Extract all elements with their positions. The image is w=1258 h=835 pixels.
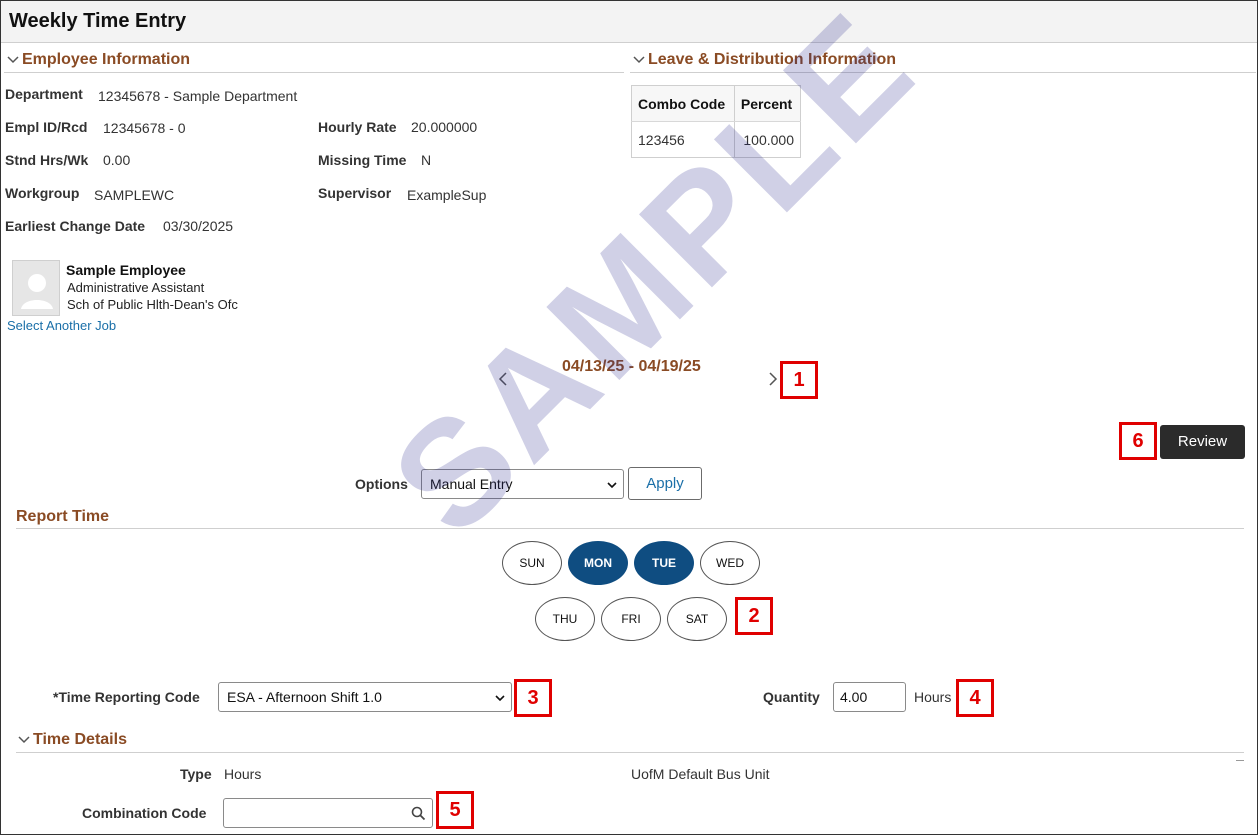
page-frame xyxy=(0,0,1258,835)
report-time-heading: Report Time xyxy=(16,508,110,525)
page-title: Weekly Time Entry xyxy=(9,10,187,32)
time-details-heading: Time Details xyxy=(33,731,127,748)
divider xyxy=(630,72,1256,73)
quantity-unit: Hours xyxy=(914,689,952,705)
previous-period-icon[interactable] xyxy=(496,370,510,388)
trc-label: *Time Reporting Code xyxy=(53,689,200,705)
options-label: Options xyxy=(355,476,408,492)
trc-select[interactable]: ESA - Afternoon Shift 1.0 xyxy=(218,682,512,712)
person-icon xyxy=(21,274,53,309)
day-tue-button[interactable]: TUE xyxy=(634,541,694,585)
quantity-input[interactable]: 4.00 xyxy=(833,682,906,712)
combination-code-label: Combination Code xyxy=(82,805,207,821)
divider xyxy=(4,72,624,73)
supervisor-value: ExampleSup xyxy=(407,187,487,203)
callout-badge: 1 xyxy=(780,361,818,399)
missing-time-value: N xyxy=(421,152,432,168)
next-period-icon[interactable] xyxy=(766,370,780,388)
earliest-change-value: 03/30/2025 xyxy=(163,218,234,234)
divider xyxy=(16,752,1244,753)
leave-dist-section-header[interactable]: Leave & Distribution Information xyxy=(633,51,896,69)
day-thu-button[interactable]: THU xyxy=(535,597,595,641)
time-details-section-header[interactable]: Time Details xyxy=(18,731,127,749)
chevron-down-icon xyxy=(495,695,505,702)
type-value: Hours xyxy=(224,766,262,782)
employee-info-section-header[interactable]: Employee Information xyxy=(7,51,190,69)
earliest-change-label: Earliest Change Date xyxy=(5,218,146,234)
callout-badge: 5 xyxy=(436,791,474,829)
stnd-hrs-label: Stnd Hrs/Wk xyxy=(5,152,89,168)
combo-code-cell: 123456 xyxy=(631,121,735,158)
options-select[interactable]: Manual Entry xyxy=(421,469,624,499)
supervisor-label: Supervisor xyxy=(318,185,392,201)
collapse-marker xyxy=(1236,760,1244,761)
day-wed-button[interactable]: WED xyxy=(700,541,760,585)
employee-name: Sample Employee xyxy=(66,262,186,278)
employee-title: Administrative Assistant xyxy=(67,280,205,295)
avatar xyxy=(12,260,60,316)
trc-selected-value: ESA - Afternoon Shift 1.0 xyxy=(227,689,382,705)
divider xyxy=(16,528,1244,529)
bus-unit-label: UofM Default Bus Unit xyxy=(631,766,770,782)
day-mon-button[interactable]: MON xyxy=(568,541,628,585)
table-row: 123456 100.000 xyxy=(631,121,802,158)
hourly-rate-value: 20.000000 xyxy=(411,119,478,135)
chevron-down-icon xyxy=(607,482,617,489)
review-button[interactable]: Review xyxy=(1160,425,1245,459)
day-sat-button[interactable]: SAT xyxy=(667,597,727,641)
day-fri-button[interactable]: FRI xyxy=(601,597,661,641)
search-icon[interactable] xyxy=(411,806,426,821)
period-date-range: 04/13/25 - 04/19/25 xyxy=(562,358,701,375)
department-value: 12345678 - Sample Department xyxy=(98,88,298,104)
callout-badge: 3 xyxy=(514,679,552,717)
missing-time-label: Missing Time xyxy=(318,152,407,168)
department-label: Department xyxy=(5,86,83,102)
chevron-down-icon xyxy=(633,56,645,64)
column-header: Percent xyxy=(733,85,802,122)
workgroup-label: Workgroup xyxy=(5,185,80,201)
quantity-label: Quantity xyxy=(763,689,820,705)
select-another-job-link[interactable]: Select Another Job xyxy=(7,318,116,333)
callout-badge: 4 xyxy=(956,679,994,717)
chevron-down-icon xyxy=(7,56,19,64)
day-sun-button[interactable]: SUN xyxy=(502,541,562,585)
callout-badge: 2 xyxy=(735,597,773,635)
apply-button[interactable]: Apply xyxy=(628,467,702,500)
employee-info-heading: Employee Information xyxy=(22,51,191,68)
workgroup-value: SAMPLEWC xyxy=(94,187,175,203)
type-label: Type xyxy=(180,766,212,782)
leave-dist-heading: Leave & Distribution Information xyxy=(648,51,897,68)
stnd-hrs-value: 0.00 xyxy=(103,152,131,168)
title-bar: Weekly Time Entry xyxy=(1,1,1257,43)
employee-org: Sch of Public Hlth-Dean's Ofc xyxy=(67,297,238,312)
options-selected-value: Manual Entry xyxy=(430,476,513,492)
hourly-rate-label: Hourly Rate xyxy=(318,119,397,135)
column-header: Combo Code xyxy=(631,85,735,122)
chevron-down-icon xyxy=(18,736,30,744)
emplid-label: Empl ID/Rcd xyxy=(5,119,88,135)
emplid-value: 12345678 - 0 xyxy=(103,120,186,136)
combination-code-input[interactable] xyxy=(223,798,433,828)
callout-badge: 6 xyxy=(1119,422,1157,460)
distribution-table: Combo Code Percent 123456 100.000 xyxy=(631,85,802,158)
percent-cell: 100.000 xyxy=(733,121,802,158)
